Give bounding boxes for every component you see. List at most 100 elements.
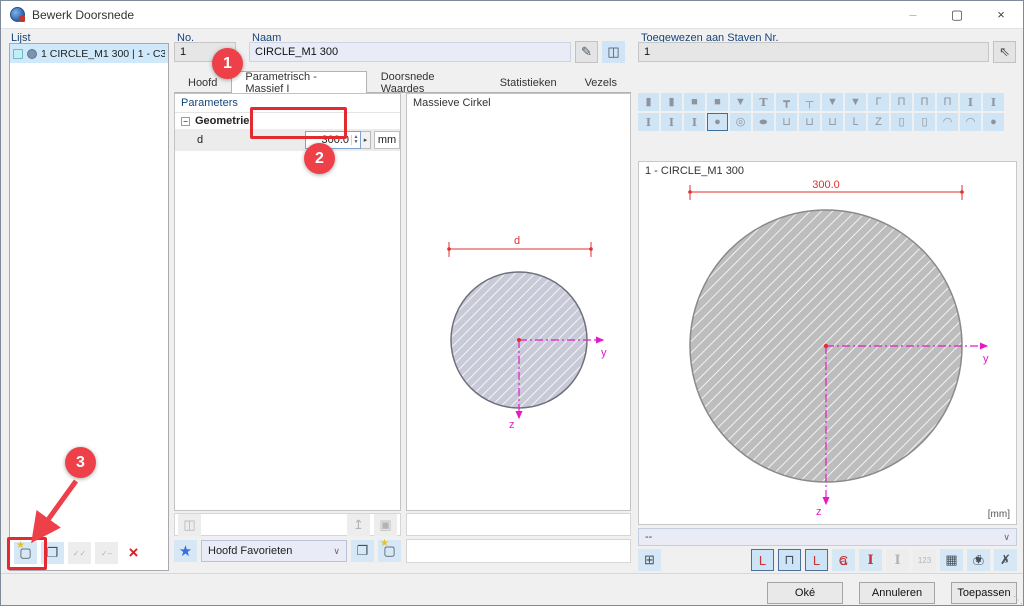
formula-popup-icon[interactable]: ▸ <box>361 131 371 149</box>
square-solid-icon[interactable]: ■ <box>684 93 705 111</box>
open-favorite-icon: ❐ <box>357 543 369 559</box>
angle-corner-glyph: Γ <box>875 97 881 108</box>
tee-tapered-wide-icon[interactable]: ▼ <box>845 93 866 111</box>
i-beam-2-icon[interactable]: I <box>638 113 659 131</box>
i-beam-glyph: I <box>968 97 973 108</box>
ibeam-red-button[interactable]: I <box>859 549 882 571</box>
rect-solid-icon[interactable]: ▮ <box>638 93 659 111</box>
i-beam-narrow-icon[interactable]: I <box>983 93 1004 111</box>
rect-rounded-glyph: ▮ <box>668 97 674 108</box>
dimension-lines-button[interactable]: ⊓ <box>778 549 801 571</box>
library-book-button[interactable]: ◫ <box>602 41 625 63</box>
z-section-icon[interactable]: Z <box>868 113 889 131</box>
section-combo[interactable]: -- ∨ <box>638 528 1017 546</box>
main-preview-title: 1 - CIRCLE_M1 300 <box>645 165 744 177</box>
double-tee-2-glyph: Π <box>921 97 929 108</box>
assigned-members-field[interactable]: 1 <box>638 42 989 62</box>
resize-grip[interactable]: ⋱ <box>1013 595 1023 606</box>
select-members-button[interactable]: ⇖ <box>993 41 1016 63</box>
favorites-select[interactable]: Hoofd Favorieten ∨ <box>201 540 347 562</box>
channel-icon[interactable]: ⊔ <box>776 113 797 131</box>
zoom-reset-button[interactable]: ⌕✗ <box>994 549 1017 571</box>
maximize-icon[interactable]: ▢ <box>935 1 979 28</box>
main-preview-drawing: 300.0 y z <box>639 178 1016 522</box>
tab-vezels[interactable]: Vezels <box>571 71 631 93</box>
wedge-icon[interactable]: ▼ <box>730 93 751 111</box>
double-tee-3-icon[interactable]: Π <box>937 93 958 111</box>
ring-icon[interactable]: ◎ <box>730 113 751 131</box>
arc-icon[interactable]: ◠ <box>960 113 981 131</box>
edit-name-button[interactable]: ✎ <box>575 41 598 63</box>
shape-grid: ▮▮■■▼T┳┬▼▼ΓΠΠΠIIIII●◎●⊔⊔⊔LZ▯▯◠◠● <box>638 93 1017 137</box>
double-tee-2-icon[interactable]: Π <box>914 93 935 111</box>
square-rounded-icon[interactable]: ■ <box>707 93 728 111</box>
print-button[interactable]: ⎙▾ <box>967 549 990 571</box>
list-item[interactable]: 1 CIRCLE_M1 300 | 1 - C30/37 <box>10 44 168 63</box>
tab-bar: Hoofd Parametrisch - Massief I Doorsnede… <box>174 71 631 93</box>
mid-dim-label: d <box>514 235 520 247</box>
box-hollow-2-icon[interactable]: ▯ <box>914 113 935 131</box>
axes-view-button[interactable]: L <box>805 549 828 571</box>
dimension-lines-icon: ⊓ <box>784 552 794 568</box>
box-hollow-glyph: ▯ <box>898 117 904 128</box>
circle-2-icon[interactable]: ● <box>983 113 1004 131</box>
channel-wide-icon[interactable]: ⊔ <box>799 113 820 131</box>
angle-l-glyph: L <box>852 117 858 128</box>
close-icon[interactable]: × <box>979 1 1023 28</box>
tee-thick-icon[interactable]: ┬ <box>799 93 820 111</box>
square-rounded-glyph: ■ <box>714 97 721 108</box>
circle-2-glyph: ● <box>990 117 997 128</box>
ok-button[interactable]: Oké <box>767 582 843 604</box>
spinner-arrows[interactable]: ▲ ▼ <box>351 135 360 145</box>
annotation-box-diameter <box>250 107 347 139</box>
grid-view-button[interactable]: ▦ <box>940 549 963 571</box>
annotation-arrow <box>21 441 111 551</box>
tee-tapered-icon[interactable]: ▼ <box>822 93 843 111</box>
double-tee-icon[interactable]: Π <box>891 93 912 111</box>
i-beam-icon[interactable]: I <box>960 93 981 111</box>
rect-rounded-icon[interactable]: ▮ <box>661 93 682 111</box>
favorites-star-button[interactable]: ★ <box>174 540 197 562</box>
i-beam-2-glyph: I <box>646 117 651 128</box>
tab-parametrisch-massief[interactable]: Parametrisch - Massief I <box>231 71 366 93</box>
annotation-step-2: 2 <box>304 143 335 174</box>
favorites-star-wrap: ★ <box>174 540 197 562</box>
apply-button[interactable]: Toepassen <box>951 582 1017 604</box>
spin-down-icon[interactable]: ▼ <box>352 140 360 145</box>
collapse-icon[interactable]: − <box>181 117 190 126</box>
zoom-reset-badge-icon: ✗ <box>1000 552 1011 568</box>
channel-wide-glyph: ⊔ <box>805 117 814 128</box>
picture-export-icon: ⊞ <box>644 552 655 568</box>
half-circle-icon[interactable]: ◠ <box>937 113 958 131</box>
open-favorite-button[interactable]: ❐ <box>351 540 374 562</box>
picture-export-button[interactable]: ⊞ <box>638 549 661 571</box>
save-params-button: ▣ <box>374 514 397 536</box>
tab-doorsnede-waardes[interactable]: Doorsnede Waardes <box>367 71 486 93</box>
mid-preview-title: Massieve Cirkel <box>413 97 491 109</box>
numbering-icon: 123 <box>918 556 931 565</box>
material-swatch-icon <box>13 49 23 59</box>
dialog-footer: Oké Annuleren Toepassen ⋱ <box>1 573 1024 606</box>
circle-solid-icon[interactable]: ● <box>707 113 728 131</box>
cancel-button[interactable]: Annuleren <box>859 582 935 604</box>
angle-l-icon[interactable]: L <box>845 113 866 131</box>
ellipse-icon[interactable]: ● <box>753 113 774 131</box>
app-icon <box>10 7 25 22</box>
list-item-label: 1 CIRCLE_M1 300 | 1 - C30/37 <box>41 48 165 60</box>
outline-view-button[interactable]: L <box>751 549 774 571</box>
i-beam-3-icon[interactable]: I <box>661 113 682 131</box>
tab-statistieken[interactable]: Statistieken <box>486 71 571 93</box>
favorites-star-icon: ★ <box>179 542 192 560</box>
channel-3-icon[interactable]: ⊔ <box>822 113 843 131</box>
i-beam-4-icon[interactable]: I <box>684 113 705 131</box>
delete-section-button[interactable]: × <box>122 542 145 564</box>
box-hollow-icon[interactable]: ▯ <box>891 113 912 131</box>
name-field[interactable]: CIRCLE_M1 300 <box>249 42 571 62</box>
tee-icon[interactable]: T <box>753 93 774 111</box>
edit-name-icon: ✎ <box>581 44 592 60</box>
tee-wide-icon[interactable]: ┳ <box>776 93 797 111</box>
angle-corner-icon[interactable]: Γ <box>868 93 889 111</box>
labels-view-button[interactable]: Ca <box>832 549 855 571</box>
new-favorite-button[interactable]: ▢★ <box>378 540 401 562</box>
wedge-glyph: ▼ <box>735 97 746 108</box>
